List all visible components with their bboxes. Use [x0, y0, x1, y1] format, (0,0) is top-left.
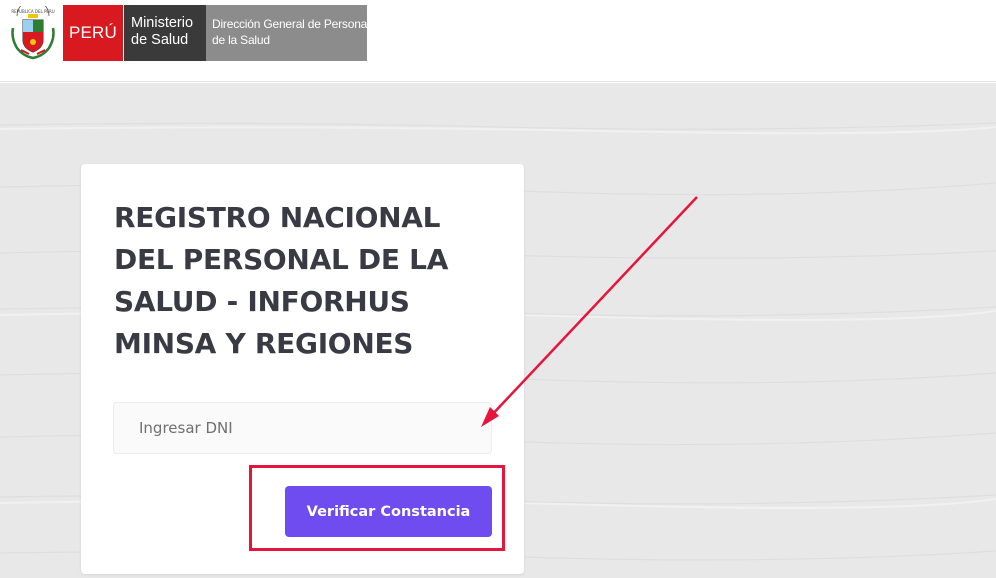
page-title: REGISTRO NACIONAL DEL PERSONAL DE LA SAL… — [114, 197, 494, 365]
dni-input[interactable] — [113, 402, 492, 454]
ministerio-label: Ministerio de Salud — [124, 5, 206, 61]
title-line-1: REGISTRO NACIONAL — [114, 201, 441, 234]
direccion-label: Dirección General de Personal de la Salu… — [206, 5, 370, 61]
peru-label: PERÚ — [63, 5, 123, 61]
direccion-line-1: Dirección General de Personal — [212, 17, 370, 31]
title-line-4: MINSA Y REGIONES — [114, 327, 414, 360]
title-line-2: DEL PERSONAL DE LA — [114, 243, 449, 276]
ministerio-line-2: de Salud — [131, 32, 189, 48]
ministerio-line-1: Ministerio — [131, 15, 194, 31]
coat-of-arms-icon: REPUBLICA DEL PERU — [11, 6, 55, 60]
site-header: REPUBLICA DEL PERU PERÚ Ministerio de Sa… — [0, 0, 996, 82]
crest-text: REPUBLICA DEL PERU — [11, 9, 54, 14]
annotation-highlight-box — [249, 465, 505, 551]
title-line-3: SALUD - INFORHUS — [114, 285, 410, 318]
direccion-line-2: de la Salud — [212, 33, 270, 47]
